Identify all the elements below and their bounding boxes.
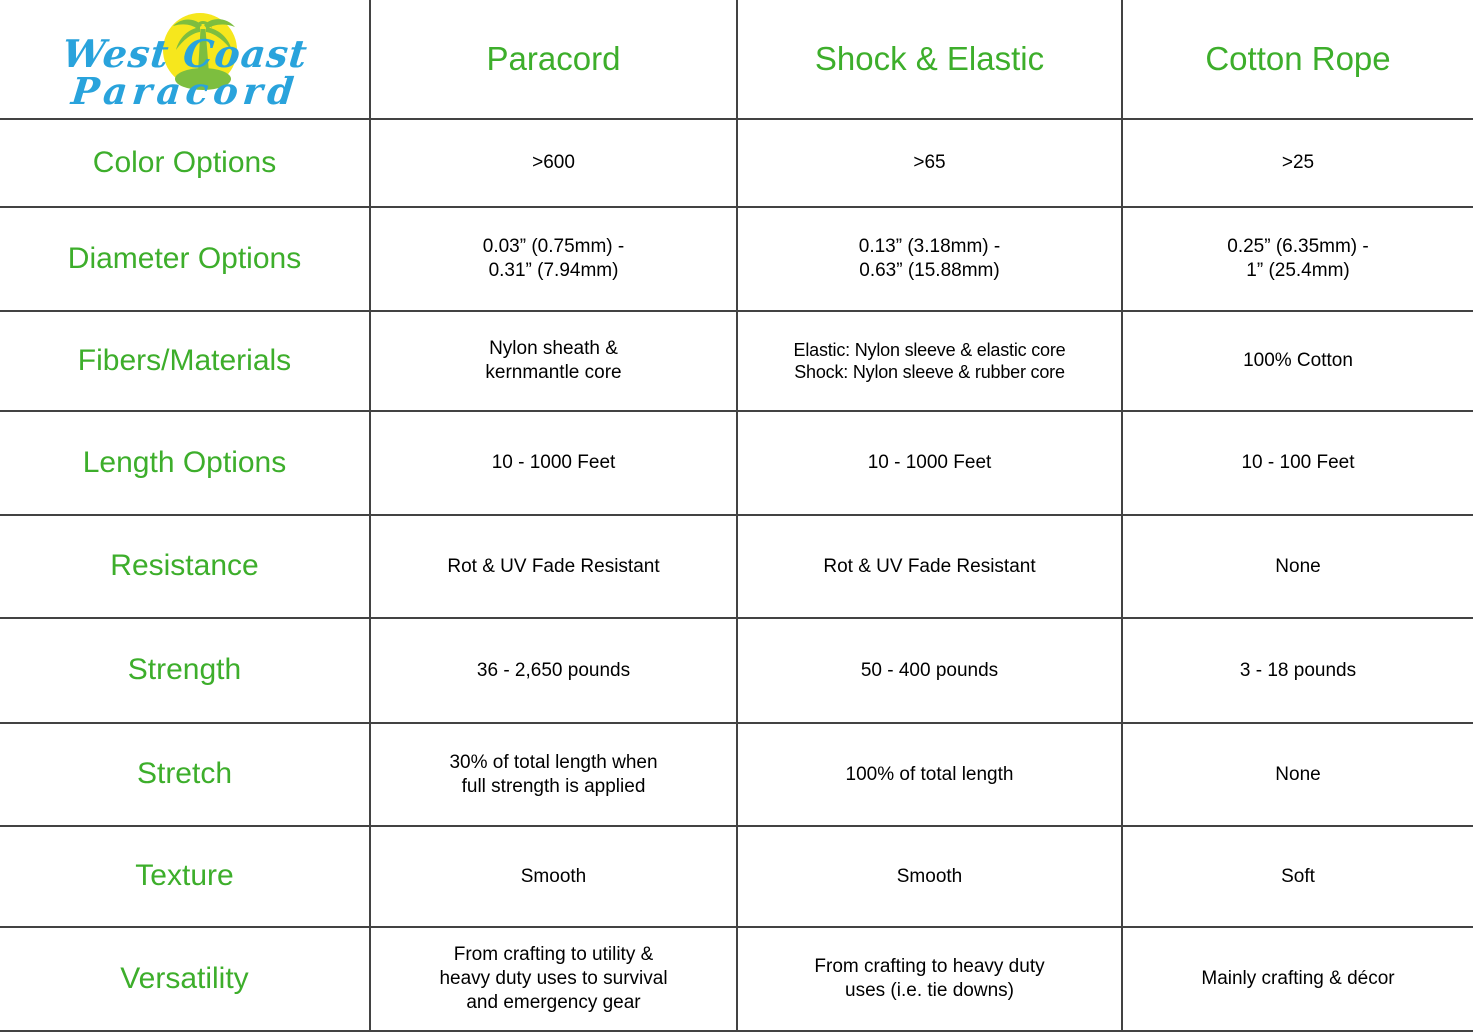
- row-label-diameter-options: Diameter Options: [0, 207, 371, 312]
- row-label-stretch: Stretch: [0, 723, 371, 827]
- table-row: Diameter Options 0.03” (0.75mm) - 0.31” …: [0, 207, 1473, 312]
- cell-stretch-paracord: 30% of total length when full strength i…: [370, 723, 738, 827]
- table-row: Fibers/Materials Nylon sheath & kernmant…: [0, 311, 1473, 412]
- brand-logo-cell: West Coast Paracord: [0, 0, 371, 120]
- table-row: Length Options 10 - 1000 Feet 10 - 1000 …: [0, 411, 1473, 516]
- cell-length-options-shock-elastic: 10 - 1000 Feet: [737, 411, 1123, 516]
- brand-logo: West Coast Paracord: [15, 7, 355, 113]
- row-label-length-options: Length Options: [0, 411, 371, 516]
- cell-strength-paracord: 36 - 2,650 pounds: [370, 618, 738, 724]
- column-header-paracord: Paracord: [370, 0, 738, 120]
- cell-diameter-options-paracord: 0.03” (0.75mm) - 0.31” (7.94mm): [370, 207, 738, 312]
- row-label-fibers-materials: Fibers/Materials: [0, 311, 371, 412]
- table-row: Versatility From crafting to utility & h…: [0, 927, 1473, 1032]
- table-row: Color Options >600 >65 >25: [0, 119, 1473, 208]
- cell-strength-cotton-rope: 3 - 18 pounds: [1122, 618, 1473, 724]
- row-label-strength: Strength: [0, 618, 371, 724]
- row-label-versatility: Versatility: [0, 927, 371, 1032]
- cell-resistance-shock-elastic: Rot & UV Fade Resistant: [737, 515, 1123, 619]
- table-row: Stretch 30% of total length when full st…: [0, 723, 1473, 827]
- product-comparison-table: West Coast Paracord Paracord Shock & Ela…: [0, 0, 1473, 1032]
- table-header-row: West Coast Paracord Paracord Shock & Ela…: [0, 0, 1473, 120]
- cell-stretch-cotton-rope: None: [1122, 723, 1473, 827]
- cell-versatility-paracord: From crafting to utility & heavy duty us…: [370, 927, 738, 1032]
- column-header-shock-elastic: Shock & Elastic: [737, 0, 1123, 120]
- cell-resistance-paracord: Rot & UV Fade Resistant: [370, 515, 738, 619]
- cell-strength-shock-elastic: 50 - 400 pounds: [737, 618, 1123, 724]
- cell-texture-paracord: Smooth: [370, 826, 738, 928]
- logo-text-line-1: West Coast: [59, 31, 310, 76]
- logo-text-line-2: Paracord: [68, 69, 301, 113]
- cell-fibers-materials-shock-elastic: Elastic: Nylon sleeve & elastic core Sho…: [737, 311, 1123, 412]
- cell-diameter-options-shock-elastic: 0.13” (3.18mm) - 0.63” (15.88mm): [737, 207, 1123, 312]
- row-label-texture: Texture: [0, 826, 371, 928]
- table-row: Strength 36 - 2,650 pounds 50 - 400 poun…: [0, 618, 1473, 724]
- cell-versatility-shock-elastic: From crafting to heavy duty uses (i.e. t…: [737, 927, 1123, 1032]
- cell-versatility-cotton-rope: Mainly crafting & décor: [1122, 927, 1473, 1032]
- cell-color-options-paracord: >600: [370, 119, 738, 208]
- cell-fibers-materials-cotton-rope: 100% Cotton: [1122, 311, 1473, 412]
- cell-texture-cotton-rope: Soft: [1122, 826, 1473, 928]
- cell-texture-shock-elastic: Smooth: [737, 826, 1123, 928]
- cell-color-options-shock-elastic: >65: [737, 119, 1123, 208]
- column-header-cotton-rope: Cotton Rope: [1122, 0, 1473, 120]
- cell-length-options-cotton-rope: 10 - 100 Feet: [1122, 411, 1473, 516]
- cell-color-options-cotton-rope: >25: [1122, 119, 1473, 208]
- cell-diameter-options-cotton-rope: 0.25” (6.35mm) - 1” (25.4mm): [1122, 207, 1473, 312]
- cell-stretch-shock-elastic: 100% of total length: [737, 723, 1123, 827]
- cell-resistance-cotton-rope: None: [1122, 515, 1473, 619]
- cell-length-options-paracord: 10 - 1000 Feet: [370, 411, 738, 516]
- cell-fibers-materials-paracord: Nylon sheath & kernmantle core: [370, 311, 738, 412]
- table-row: Texture Smooth Smooth Soft: [0, 826, 1473, 928]
- row-label-resistance: Resistance: [0, 515, 371, 619]
- table-row: Resistance Rot & UV Fade Resistant Rot &…: [0, 515, 1473, 619]
- row-label-color-options: Color Options: [0, 119, 371, 208]
